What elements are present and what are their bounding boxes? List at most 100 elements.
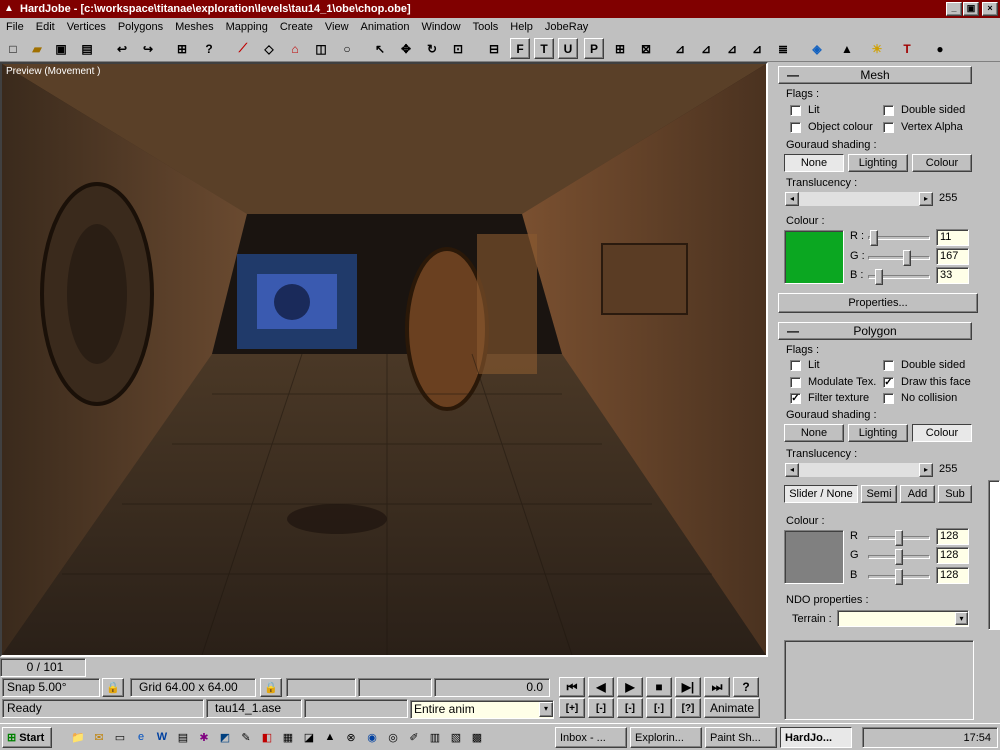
zoom-in-icon[interactable]: ⊞ bbox=[610, 38, 630, 59]
mesh-gouraud-lighting-button[interactable]: Lighting bbox=[848, 154, 908, 172]
front-view-button[interactable]: F bbox=[510, 38, 530, 59]
task-paint-shop[interactable]: Paint Sh... bbox=[705, 727, 777, 748]
house-icon[interactable]: ⌂ bbox=[285, 38, 305, 59]
mesh-lit-checkbox[interactable] bbox=[790, 105, 801, 116]
preview-viewport[interactable]: Preview (Movement ) bbox=[0, 62, 768, 657]
anim-range-select[interactable]: Entire anim bbox=[410, 700, 554, 719]
sphere-icon[interactable]: ● bbox=[930, 38, 950, 59]
mesh-colour-swatch[interactable] bbox=[784, 230, 844, 284]
dropdown-arrow-icon[interactable]: ▾ bbox=[539, 702, 553, 717]
doc-icon[interactable]: ▤ bbox=[175, 729, 191, 745]
polygon-header[interactable]: — Polygon bbox=[778, 322, 972, 340]
anim-help-button[interactable]: ? bbox=[733, 677, 759, 697]
import-icon[interactable]: ⊞ bbox=[172, 38, 192, 59]
help-icon[interactable]: ? bbox=[199, 38, 219, 59]
mesh-header[interactable]: — Mesh bbox=[778, 66, 972, 84]
save-icon[interactable]: ▣ bbox=[51, 38, 71, 59]
axis-lock-icon[interactable]: ⊿ bbox=[747, 38, 767, 59]
new-icon[interactable]: □ bbox=[3, 38, 23, 59]
minimize-button[interactable]: _ bbox=[946, 2, 962, 16]
menu-create[interactable]: Create bbox=[274, 21, 319, 33]
snap-lock-icon[interactable]: 🔒 bbox=[102, 678, 124, 697]
mesh-double-sided-checkbox[interactable] bbox=[883, 105, 894, 116]
poly-modulate-checkbox[interactable] bbox=[790, 377, 801, 388]
scroll-right-icon[interactable]: ▸ bbox=[919, 463, 933, 477]
shading-icon[interactable]: ▲ bbox=[837, 38, 857, 59]
next-frame-button[interactable]: ▶| bbox=[675, 677, 701, 697]
mesh-r-input[interactable]: 11 bbox=[936, 229, 969, 246]
blend-sub-button[interactable]: Sub bbox=[938, 485, 972, 503]
maximize-button[interactable]: ▣ bbox=[963, 2, 979, 16]
menu-tools[interactable]: Tools bbox=[467, 21, 505, 33]
mesh-b-input[interactable]: 33 bbox=[936, 267, 969, 284]
last-frame-button[interactable]: ⏭ bbox=[704, 677, 730, 697]
select-arrow-icon[interactable]: ↖ bbox=[370, 38, 390, 59]
p-view-button[interactable]: P bbox=[584, 38, 604, 59]
explorer-icon[interactable]: 📁 bbox=[70, 729, 86, 745]
mesh-g-input[interactable]: 167 bbox=[936, 248, 969, 265]
poly-b-input[interactable]: 128 bbox=[936, 567, 969, 584]
collapse-icon[interactable]: — bbox=[787, 324, 799, 338]
blend-add-button[interactable]: Add bbox=[900, 485, 935, 503]
poly-gouraud-lighting-button[interactable]: Lighting bbox=[848, 424, 908, 442]
scale-icon[interactable]: ⊡ bbox=[448, 38, 468, 59]
menu-edit[interactable]: Edit bbox=[30, 21, 61, 33]
poly-colour-swatch[interactable] bbox=[784, 530, 844, 584]
redo-icon[interactable]: ↪ bbox=[138, 38, 158, 59]
poly-translucency-slider[interactable]: ◂ ▸ bbox=[784, 462, 934, 478]
scroll-left-icon[interactable]: ◂ bbox=[785, 463, 799, 477]
poly-lit-checkbox[interactable] bbox=[790, 360, 801, 371]
mesh-translucency-slider[interactable]: ◂ ▸ bbox=[784, 191, 934, 207]
menu-help[interactable]: Help bbox=[504, 21, 539, 33]
sphere-tool-icon[interactable]: ○ bbox=[337, 38, 357, 59]
start-button[interactable]: ⊞ Start bbox=[2, 727, 52, 748]
polygon-tool-icon[interactable]: ◇ bbox=[259, 38, 279, 59]
book-icon[interactable]: ▧ bbox=[448, 729, 464, 745]
panel-scrollbar[interactable] bbox=[988, 480, 1000, 630]
undo-icon[interactable]: ↩ bbox=[112, 38, 132, 59]
mesh-g-slider[interactable] bbox=[903, 250, 912, 266]
poly-draw-face-checkbox[interactable]: ✓ bbox=[883, 377, 894, 388]
play-button[interactable]: ▶ bbox=[617, 677, 643, 697]
task-inbox[interactable]: Inbox - ... bbox=[555, 727, 627, 748]
folder-icon[interactable]: ▩ bbox=[469, 729, 485, 745]
remove-key-button[interactable]: [-] bbox=[588, 698, 614, 718]
graph-icon[interactable]: ◪ bbox=[301, 729, 317, 745]
poly-g-slider[interactable] bbox=[895, 549, 903, 565]
collapse-icon[interactable]: — bbox=[787, 68, 799, 82]
zoom-fit-icon[interactable]: ⊠ bbox=[636, 38, 656, 59]
menu-polygons[interactable]: Polygons bbox=[112, 21, 169, 33]
menu-meshes[interactable]: Meshes bbox=[169, 21, 220, 33]
grid-lock-icon[interactable]: 🔒 bbox=[260, 678, 282, 697]
poly-gouraud-colour-button[interactable]: Colour bbox=[912, 424, 972, 442]
clear-key-button[interactable]: [-] bbox=[617, 698, 643, 718]
poly-r-input[interactable]: 128 bbox=[936, 528, 969, 545]
mesh-r-slider[interactable] bbox=[870, 230, 879, 246]
stop-button[interactable]: ■ bbox=[646, 677, 672, 697]
network-icon[interactable]: ⊗ bbox=[343, 729, 359, 745]
open-icon[interactable]: ▰ bbox=[27, 38, 47, 59]
poly-gouraud-none-button[interactable]: None bbox=[784, 424, 844, 442]
rotate-icon[interactable]: ↻ bbox=[422, 38, 442, 59]
mesh-b-slider[interactable] bbox=[875, 269, 884, 285]
poly-filter-texture-checkbox[interactable]: ✓ bbox=[790, 393, 801, 404]
blend-slider-none-button[interactable]: Slider / None bbox=[784, 485, 858, 503]
desktop-icon[interactable]: ▭ bbox=[112, 729, 128, 745]
notes-icon[interactable]: ≣ bbox=[773, 38, 793, 59]
close-button[interactable]: × bbox=[982, 2, 998, 16]
axis-x-icon[interactable]: ⊿ bbox=[670, 38, 690, 59]
light-icon[interactable]: ☀ bbox=[867, 38, 887, 59]
poly-no-collision-checkbox[interactable] bbox=[883, 393, 894, 404]
t-view-button[interactable]: T bbox=[534, 38, 554, 59]
dropdown-arrow-icon[interactable]: ▾ bbox=[955, 612, 968, 625]
gear-icon[interactable]: ✱ bbox=[196, 729, 212, 745]
pdf-icon[interactable]: ◧ bbox=[259, 729, 275, 745]
photoshop-icon[interactable]: ◩ bbox=[217, 729, 233, 745]
hammer-icon[interactable]: T bbox=[897, 38, 917, 59]
key-help-button[interactable]: [?] bbox=[675, 698, 701, 718]
menu-file[interactable]: File bbox=[0, 21, 30, 33]
terrain-select[interactable] bbox=[837, 610, 969, 627]
u-view-button[interactable]: U bbox=[558, 38, 578, 59]
properties-button[interactable]: Properties... bbox=[778, 293, 978, 313]
mesh-vertex-alpha-checkbox[interactable] bbox=[883, 122, 894, 133]
